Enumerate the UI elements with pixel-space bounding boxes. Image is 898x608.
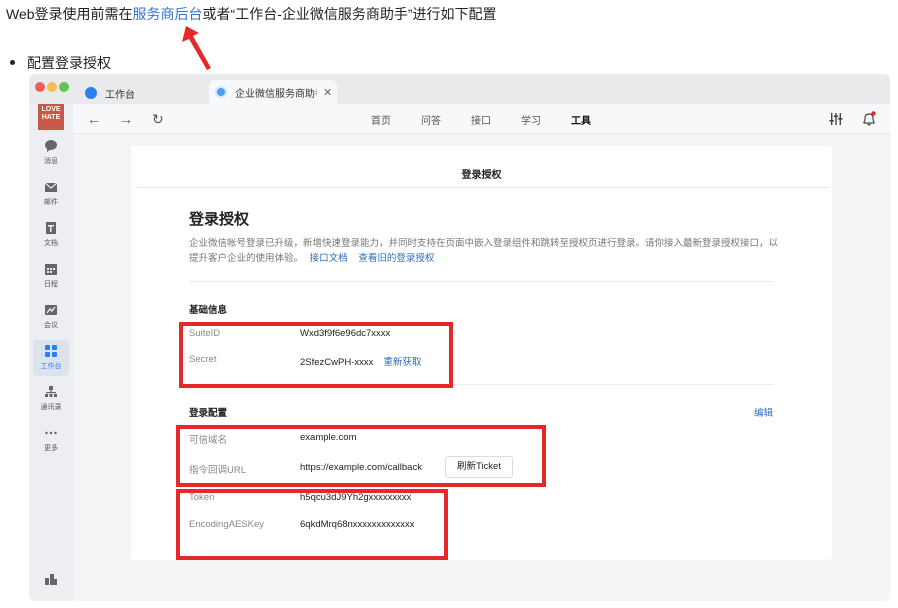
app-window: 工作台 企业微信服务商助手 ✕ LOVE HATE 消息 邮件 文档 日程 会议… bbox=[29, 74, 890, 601]
contacts-icon bbox=[45, 386, 57, 397]
sidebar-item-label: 工作台 bbox=[40, 363, 62, 370]
sidebar-item-label: 日程 bbox=[44, 281, 58, 288]
sidebar-item-meeting[interactable]: 会议 bbox=[29, 303, 73, 330]
intro-suffix: 或者“工作台-企业微信服务商助手”进行如下配置 bbox=[202, 6, 497, 22]
page-title: 登录授权 bbox=[189, 211, 250, 228]
title-bar: 工作台 企业微信服务商助手 ✕ bbox=[29, 74, 890, 104]
bullet-dot bbox=[10, 59, 15, 65]
sidebar-item-more[interactable]: 更多 bbox=[29, 426, 73, 453]
sidebar-item-label: 文档 bbox=[44, 240, 58, 247]
home-icon[interactable] bbox=[44, 572, 58, 586]
avatar[interactable]: LOVE HATE bbox=[38, 104, 64, 130]
message-icon bbox=[45, 140, 57, 152]
window-controls bbox=[35, 79, 71, 97]
section-basic-info: 基础信息 bbox=[189, 305, 228, 316]
annotation-arrow-icon bbox=[182, 26, 211, 70]
bullet-label: 配置登录授权 bbox=[27, 55, 111, 71]
tab-assistant[interactable]: 企业微信服务商助手 ✕ bbox=[209, 80, 337, 104]
calendar-icon bbox=[45, 264, 57, 275]
sidebar-item-label: 会议 bbox=[44, 322, 58, 329]
close-window-icon[interactable] bbox=[35, 82, 45, 92]
annotation-box-basic-info bbox=[179, 322, 453, 388]
page: Web登录使用前需在服务商后台或者“工作台-企业微信服务商助手”进行如下配置 配… bbox=[0, 0, 898, 608]
reload-icon[interactable]: ↻ bbox=[152, 111, 164, 128]
sidebar-item-label: 邮件 bbox=[44, 199, 58, 206]
divider bbox=[137, 187, 829, 188]
tab-qa[interactable]: 问答 bbox=[421, 112, 441, 127]
section-login-config: 登录配置 bbox=[189, 408, 228, 419]
service-backend-link[interactable]: 服务商后台 bbox=[133, 6, 203, 22]
annotation-box-token-aes bbox=[176, 489, 448, 560]
intro-prefix: Web登录使用前需在 bbox=[6, 6, 133, 22]
description: 企业微信帐号登录已升级，新增快速登录能力，并同时支持在页面中嵌入登录组件和跳转至… bbox=[189, 236, 779, 266]
intro-text: Web登录使用前需在服务商后台或者“工作台-企业微信服务商助手”进行如下配置 bbox=[6, 4, 497, 24]
tab-api[interactable]: 接口 bbox=[471, 112, 491, 127]
tab-home[interactable]: 首页 bbox=[371, 112, 391, 127]
sidebar-item-calendar[interactable]: 日程 bbox=[29, 262, 73, 289]
tab-tools[interactable]: 工具 bbox=[571, 112, 591, 127]
sidebar-item-docs[interactable]: 文档 bbox=[29, 221, 73, 248]
sidebar-item-mail[interactable]: 邮件 bbox=[29, 180, 73, 207]
tab-label: 工作台 bbox=[105, 89, 135, 101]
bell-icon[interactable] bbox=[861, 111, 877, 127]
panel-header: 登录授权 bbox=[461, 170, 502, 181]
description-text: 企业微信帐号登录已升级，新增快速登录能力，并同时支持在页面中嵌入登录组件和跳转至… bbox=[189, 238, 779, 264]
tab-label: 企业微信服务商助手 bbox=[235, 88, 317, 100]
divider bbox=[189, 281, 774, 282]
nav-bar: ← → ↻ 首页 问答 接口 学习 工具 bbox=[73, 104, 890, 134]
close-icon[interactable]: ✕ bbox=[323, 86, 332, 99]
minimize-window-icon[interactable] bbox=[47, 82, 57, 92]
sidebar-item-contacts[interactable]: 通讯录 bbox=[29, 385, 73, 412]
api-doc-link[interactable]: 接口文档 bbox=[310, 253, 348, 264]
tab-learn[interactable]: 学习 bbox=[521, 112, 541, 127]
old-login-link[interactable]: 查看旧的登录授权 bbox=[358, 253, 434, 264]
sidebar-item-workbench[interactable]: 工作台 bbox=[33, 340, 69, 376]
back-icon[interactable]: ← bbox=[87, 111, 101, 127]
meeting-icon bbox=[45, 305, 57, 315]
annotation-box-domain-callback bbox=[176, 425, 546, 487]
bullet-item: 配置登录授权 bbox=[10, 53, 111, 73]
sidebar: LOVE HATE 消息 邮件 文档 日程 会议 工作台 通讯录 更多 bbox=[29, 104, 73, 601]
workbench-icon bbox=[85, 87, 97, 99]
sidebar-item-label: 通讯录 bbox=[40, 404, 62, 411]
maximize-window-icon[interactable] bbox=[59, 82, 69, 92]
assistant-icon bbox=[215, 86, 227, 98]
tab-workbench[interactable]: 工作台 bbox=[85, 82, 209, 104]
workbench-grid-icon bbox=[45, 345, 57, 357]
sidebar-item-label: 消息 bbox=[44, 158, 58, 165]
forward-icon[interactable]: → bbox=[119, 111, 133, 127]
sidebar-item-messages[interactable]: 消息 bbox=[29, 139, 73, 166]
more-icon bbox=[45, 431, 57, 435]
settings-sliders-icon[interactable] bbox=[829, 112, 843, 126]
edit-link[interactable]: 编辑 bbox=[754, 405, 773, 419]
sidebar-item-label: 更多 bbox=[44, 445, 58, 452]
doc-icon bbox=[46, 222, 56, 234]
mail-icon bbox=[44, 182, 58, 192]
